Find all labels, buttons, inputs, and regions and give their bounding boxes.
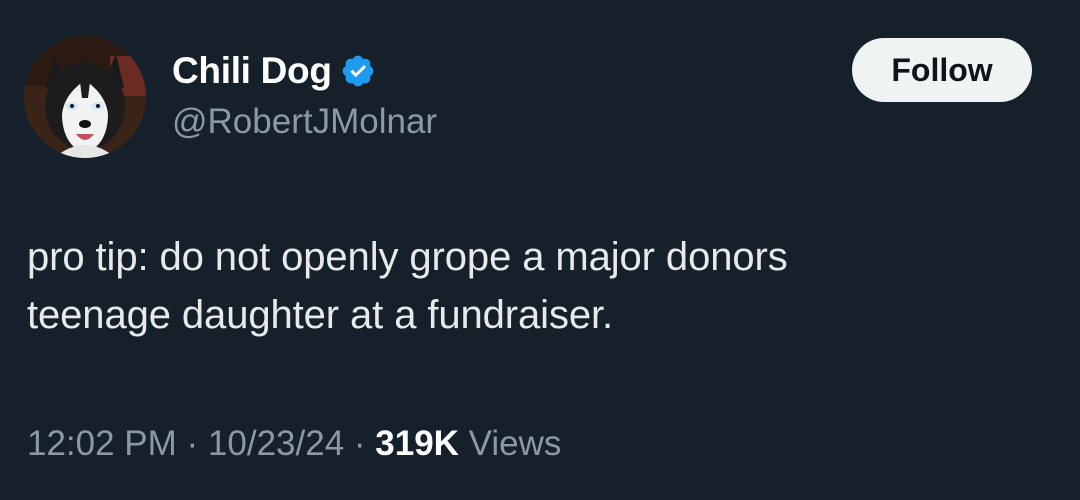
verified-badge-icon[interactable] [340,53,376,89]
tweet-text-line: teenage daughter at a fundraiser. [27,293,614,337]
tweet-text: pro tip: do not openly grope a major don… [27,228,1027,344]
tweet-text-line: pro tip: do not openly grope a major don… [27,235,788,279]
views-label: Views [458,424,562,463]
author-handle[interactable]: @RobertJMolnar [172,102,437,142]
separator-dot: · [176,424,208,463]
tweet-date[interactable]: 10/23/24 [208,424,344,463]
views-count: 319K [375,424,459,463]
husky-dog-avatar [24,36,146,158]
tweet-card: Chili Dog @RobertJMolnar Follow pro tip:… [0,0,1080,500]
separator-dot: · [344,424,376,463]
author-avatar[interactable] [24,36,146,158]
tweet-meta: 12:02 PM · 10/23/24 · 319K Views [27,424,561,464]
follow-button[interactable]: Follow [852,38,1032,102]
author-name-row: Chili Dog [172,48,376,94]
tweet-time[interactable]: 12:02 PM [27,424,177,463]
author-display-name[interactable]: Chili Dog [172,50,332,92]
